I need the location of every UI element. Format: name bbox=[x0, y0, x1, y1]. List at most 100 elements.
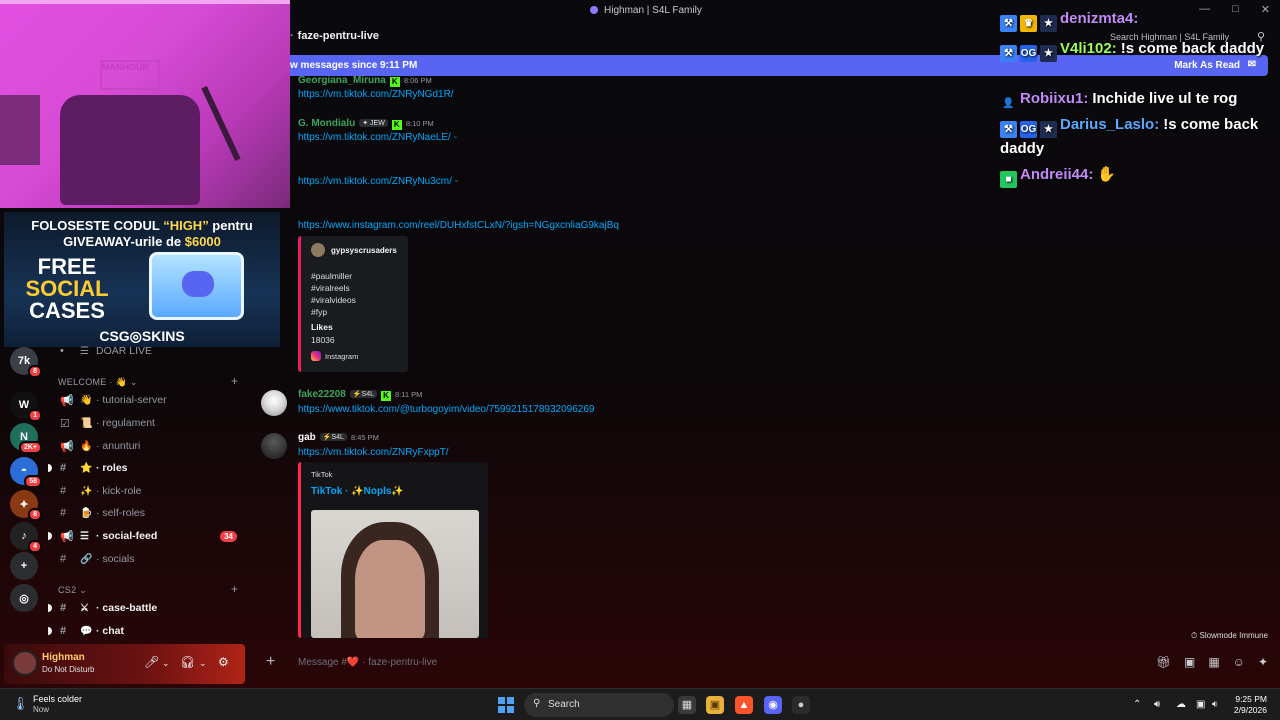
channel-emoji: 🔥 bbox=[80, 440, 93, 452]
emoji-icon[interactable]: ☺ bbox=[1233, 655, 1245, 669]
sub-badge-icon: ★ bbox=[1040, 15, 1057, 32]
message: fake22208 ⚡S4L K 8:11 PM bbox=[298, 389, 422, 401]
cloud-icon[interactable]: ☁ bbox=[1176, 699, 1186, 710]
channel-emoji: 🔗 bbox=[80, 553, 93, 565]
webcam-chair bbox=[60, 95, 200, 205]
create-channel-icon[interactable]: + bbox=[231, 374, 238, 388]
start-button-icon[interactable] bbox=[498, 697, 514, 713]
category-welcome[interactable]: WELCOME · 👋 ⌄ bbox=[58, 377, 138, 388]
server-rail: 7k 8 W1 N 2K+ ◓ 58 ✦ 8 ♪ 4 + ◎ bbox=[0, 345, 48, 640]
avatar[interactable] bbox=[12, 650, 38, 676]
embed-tag: #viralreels bbox=[311, 283, 350, 293]
server-icon[interactable]: N 2K+ bbox=[10, 423, 42, 454]
gif-icon[interactable]: ▣ bbox=[1184, 655, 1195, 669]
monitor-icon[interactable]: ▣ bbox=[1196, 699, 1205, 710]
create-channel-icon[interactable]: + bbox=[231, 582, 238, 596]
message-time: 8:45 PM bbox=[350, 433, 379, 442]
embed-provider: TikTok bbox=[311, 470, 333, 479]
volume-icon[interactable]: 🔉︎ bbox=[1212, 699, 1218, 710]
message-author[interactable]: Georgiana_Miruna bbox=[298, 75, 386, 86]
embed-author[interactable]: gypsyscrusaders bbox=[331, 246, 397, 255]
mention-count-badge: 34 bbox=[220, 530, 237, 542]
window-title: Highman | S4L Family bbox=[590, 5, 702, 16]
chat-username: Robiixu1: bbox=[1020, 90, 1089, 107]
headphones-icon[interactable]: 🎧︎ bbox=[180, 655, 195, 669]
thumbnail-face bbox=[355, 540, 425, 638]
banner-line-2: GIVEAWAY-urile de $6000 bbox=[63, 234, 221, 249]
category-cs2[interactable]: CS2 ⌄ bbox=[58, 585, 87, 596]
discord-app-icon[interactable]: ◉ bbox=[764, 696, 782, 714]
gift-badge-icon: ■ bbox=[1000, 171, 1017, 188]
message: gab ⚡S4L 8:45 PM bbox=[298, 432, 379, 443]
video-thumbnail[interactable] bbox=[311, 510, 479, 638]
add-server-icon[interactable]: + bbox=[10, 552, 38, 580]
gift-icon[interactable]: 🎁︎ bbox=[1156, 655, 1171, 669]
likes-value: 18036 bbox=[311, 335, 335, 345]
username[interactable]: Highman bbox=[42, 652, 85, 663]
attach-plus-icon[interactable]: + bbox=[266, 653, 275, 671]
clock[interactable]: 9:25 PM 2/9/2026 bbox=[1225, 694, 1267, 716]
task-view-icon[interactable]: ▦ bbox=[678, 696, 696, 714]
embed-tag: #viralvideos bbox=[311, 295, 356, 305]
server-icon[interactable]: ◓ 58 bbox=[10, 457, 42, 488]
channel-bullet: · bbox=[290, 30, 294, 42]
taskbar-search[interactable]: ⚲ Search bbox=[524, 693, 674, 717]
speaker-icon[interactable]: 🔊︎ bbox=[1154, 699, 1160, 710]
chevron-down-icon[interactable]: ⌄ bbox=[199, 658, 207, 669]
channel-self-roles[interactable]: # 🍺 · self-roles bbox=[60, 504, 245, 522]
instagram-embed[interactable]: gypsyscrusaders #paulmiller #viralreels … bbox=[298, 236, 408, 372]
channel-roles[interactable]: # ⭐ · roles bbox=[48, 459, 245, 477]
message-link[interactable]: https://www.tiktok.com/@turbogoyim/video… bbox=[298, 404, 594, 415]
weather-widget[interactable]: 🌡︎ Feels colder Now bbox=[12, 694, 82, 714]
channel-social-feed[interactable]: 📢 ☰ · social-feed 34 bbox=[48, 527, 245, 545]
message-link[interactable]: https://www.instagram.com/reel/DUHxfstCL… bbox=[298, 220, 619, 231]
channel-anunturi[interactable]: 📢 🔥 · anunturi bbox=[60, 437, 245, 455]
chat-line: ⚒ OG ★ Darius_Laslo: !s come back daddy bbox=[1000, 114, 1270, 160]
message-time: 8:11 PM bbox=[395, 390, 423, 399]
clock-time: 9:25 PM bbox=[1235, 694, 1267, 704]
channel-doar-live[interactable]: • ☰ DOAR LIVE bbox=[60, 342, 245, 360]
server-icon[interactable]: W1 bbox=[10, 391, 42, 422]
channel-icon: 📢 bbox=[60, 394, 74, 407]
clock-date: 2/9/2026 bbox=[1233, 705, 1267, 715]
channel-chat[interactable]: # 💬 · chat bbox=[48, 622, 245, 640]
webcam-desk bbox=[0, 95, 40, 165]
server-icon[interactable]: ✦ 8 bbox=[10, 490, 42, 521]
channel-tutorial-server[interactable]: 📢 👋 · tutorial-server bbox=[60, 391, 245, 409]
embed-tag: #paulmiller bbox=[311, 271, 353, 281]
gear-icon[interactable]: ⚙ bbox=[218, 655, 229, 669]
tiktok-embed[interactable]: TikTok TikTok · ✨Nopls✨ bbox=[298, 462, 488, 638]
embed-title[interactable]: TikTok · ✨Nopls✨ bbox=[311, 486, 404, 497]
channel-emoji: ✨ bbox=[80, 485, 93, 497]
og-badge-icon: OG bbox=[1020, 45, 1037, 62]
message-link[interactable]: https://vm.tiktok.com/ZNRyNaeLE/ - bbox=[298, 132, 457, 143]
avatar[interactable] bbox=[261, 433, 287, 459]
sub-badge-icon: ★ bbox=[1040, 121, 1057, 138]
message-author[interactable]: fake22208 bbox=[298, 389, 346, 400]
microphone-icon[interactable]: 🎤︎ bbox=[144, 655, 159, 669]
apps-icon[interactable]: ✦ bbox=[1258, 655, 1268, 669]
message-link[interactable]: https://vm.tiktok.com/ZNRyNGd1R/ bbox=[298, 89, 454, 100]
brave-browser-icon[interactable]: ▲ bbox=[735, 696, 753, 714]
chevron-down-icon[interactable]: ⌄ bbox=[162, 658, 170, 669]
server-icon[interactable]: 7k 8 bbox=[10, 347, 42, 378]
app-icon[interactable]: ● bbox=[792, 696, 810, 714]
message-author[interactable]: G. Mondialu bbox=[298, 118, 355, 129]
channel-emoji: 💬 bbox=[80, 625, 93, 637]
explore-servers-icon[interactable]: ◎ bbox=[10, 584, 38, 612]
channel-regulament[interactable]: ☑ 📜 · regulament bbox=[60, 414, 245, 432]
chevron-up-icon[interactable]: ⌃ bbox=[1133, 699, 1141, 710]
server-icon[interactable]: ♪ 4 bbox=[10, 522, 42, 553]
message-input[interactable]: Message #❤️ · faze-pentru-live bbox=[298, 657, 437, 668]
message-link[interactable]: https://vm.tiktok.com/ZNRyNu3cm/ - bbox=[298, 176, 458, 187]
avatar[interactable] bbox=[261, 390, 287, 416]
channel-kick-role[interactable]: # ✨ · kick-role bbox=[60, 482, 245, 500]
file-explorer-icon[interactable]: ▣ bbox=[706, 696, 724, 714]
sticker-icon[interactable]: ▦ bbox=[1208, 655, 1219, 669]
chat-message: Inchide live ul te rog bbox=[1092, 90, 1238, 107]
message-author[interactable]: gab bbox=[298, 432, 316, 443]
badge-icon: ⚒ bbox=[1000, 121, 1017, 138]
channel-case-battle[interactable]: # ⚔ · case-battle bbox=[48, 599, 245, 617]
channel-socials[interactable]: # 🔗 · socials bbox=[60, 550, 245, 568]
message-link[interactable]: https://vm.tiktok.com/ZNRyFxppT/ bbox=[298, 447, 449, 458]
